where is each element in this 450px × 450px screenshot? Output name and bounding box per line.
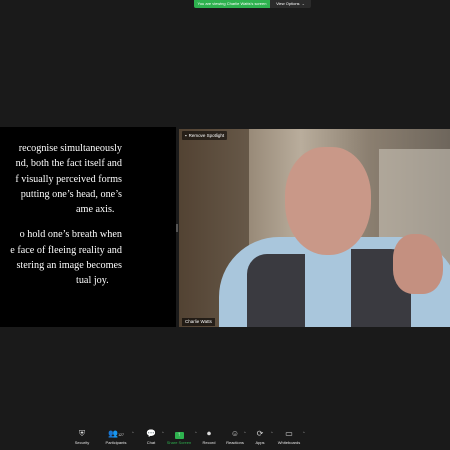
split-divider-handle[interactable] — [176, 224, 178, 232]
participant-video-tile[interactable]: ▪ Remove Spotlight Charlie Watts — [179, 129, 450, 327]
text-line: e face of fleeing reality and — [10, 244, 122, 256]
apps-menu-caret[interactable]: ^ — [268, 429, 274, 448]
record-button[interactable]: ⏺ Record — [200, 429, 218, 448]
chevron-up-icon: ^ — [303, 431, 305, 435]
participants-button[interactable]: 👥127 Participants — [103, 429, 129, 448]
text-line: tual joy. — [76, 275, 109, 287]
record-label: Record — [202, 440, 216, 445]
chevron-down-icon: ⌄ — [301, 1, 305, 6]
reactions-menu-caret[interactable]: ^ — [241, 429, 247, 448]
view-options-button[interactable]: View Options ⌄ — [270, 0, 311, 8]
apps-icon: ⟳ — [256, 429, 264, 438]
viewing-screen-banner: You are viewing Charlie Watts's screen — [194, 0, 270, 8]
participants-label: Participants — [105, 440, 127, 445]
shared-screen: recognise simultaneously nd, both the fa… — [0, 127, 176, 327]
apps-button[interactable]: ⟳ Apps — [252, 429, 268, 448]
text-line: recognise simultaneously — [18, 143, 122, 154]
chevron-up-icon: ^ — [244, 431, 246, 435]
whiteboard-icon: ▭ — [285, 429, 293, 438]
chevron-up-icon: ^ — [162, 431, 164, 435]
shield-icon: ⛨ — [79, 429, 85, 438]
chat-button[interactable]: 💬 Chat — [143, 429, 159, 448]
chevron-up-icon: ^ — [132, 431, 134, 435]
whiteboards-label: Whiteboards — [277, 440, 301, 445]
remove-spotlight-button[interactable]: ▪ Remove Spotlight — [182, 131, 228, 140]
spotlight-icon: ▪ — [185, 133, 187, 138]
chevron-up-icon: ^ — [195, 431, 197, 435]
meeting-toolbar: ⛨ Security 👥127 Participants ^ 💬 Chat ^ … — [0, 425, 450, 450]
chat-menu-caret[interactable]: ^ — [159, 429, 165, 448]
shared-paragraph-1: recognise simultaneously nd, both the fa… — [0, 141, 122, 217]
text-line: stering an image becomes — [16, 260, 122, 272]
participants-menu-caret[interactable]: ^ — [129, 429, 135, 448]
text-line: o hold one’s breath when — [19, 229, 122, 241]
share-screen-icon: ↑ — [174, 432, 184, 439]
shared-screen-text: recognise simultaneously nd, both the fa… — [0, 141, 122, 299]
security-button[interactable]: ⛨ Security — [72, 429, 92, 448]
spotlight-label: Remove Spotlight — [188, 133, 225, 138]
whiteboards-button[interactable]: ▭ Whiteboards — [277, 429, 301, 448]
participants-icon: 👥127 — [108, 429, 124, 438]
whiteboards-menu-caret[interactable]: ^ — [300, 429, 306, 448]
text-line: nd, both the fact itself and — [15, 158, 122, 170]
chat-icon: 💬 — [146, 429, 156, 438]
participant-hand — [393, 234, 443, 294]
participant-vest — [247, 254, 305, 327]
chevron-up-icon: ^ — [271, 431, 273, 435]
text-line: f visually perceived forms — [15, 173, 122, 185]
text-line: putting one’s head, one’s — [20, 188, 122, 200]
participants-count: 127 — [118, 433, 124, 437]
share-screen-label: Share Screen — [166, 440, 192, 445]
text-line: ame axis. — [76, 204, 115, 216]
share-screen-icon-wrap: ↑ — [166, 429, 192, 439]
security-label: Security — [74, 440, 90, 445]
participant-name-tag: Charlie Watts — [182, 318, 215, 326]
chat-label: Chat — [146, 440, 156, 445]
share-screen-button[interactable]: ↑ Share Screen — [166, 429, 192, 448]
view-options-label: View Options — [276, 1, 300, 6]
participant-head — [285, 147, 371, 255]
record-icon: ⏺ — [207, 429, 211, 438]
share-menu-caret[interactable]: ^ — [192, 429, 198, 448]
shared-paragraph-2: o hold one’s breath when e face of fleei… — [0, 227, 122, 288]
apps-label: Apps — [255, 440, 265, 445]
